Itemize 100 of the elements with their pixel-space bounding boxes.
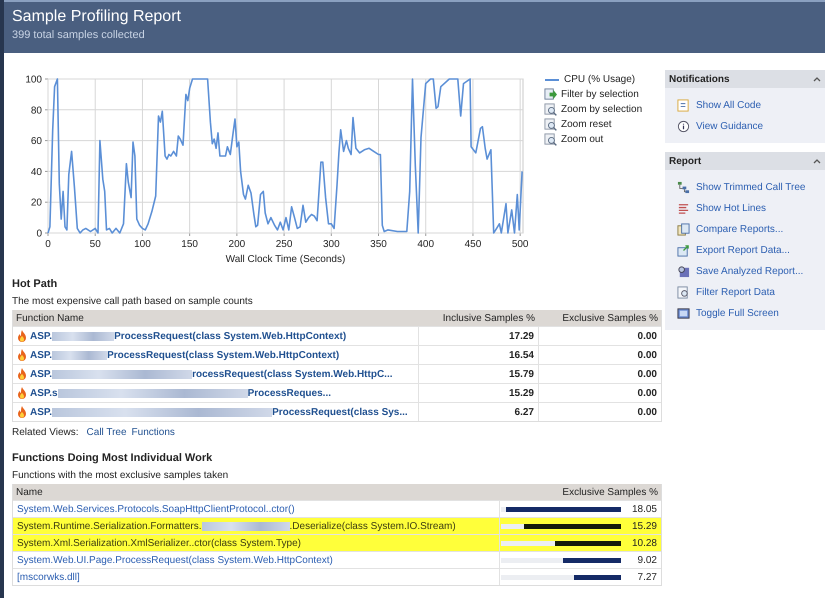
table-cell: 0.00: [538, 346, 661, 364]
table-cell-text: 7.27: [636, 572, 657, 582]
x-tick-label: 300: [322, 239, 340, 250]
table-cell: 16.54: [418, 346, 538, 364]
function-name-prefix[interactable]: ASP.: [30, 406, 52, 418]
function-name[interactable]: ProcessRequest(class Sys...: [272, 406, 408, 418]
x-tick-label: 350: [370, 239, 387, 250]
export-icon[interactable]: [677, 244, 690, 257]
filter-page-icon[interactable]: [677, 286, 690, 299]
legend-label: CPU (% Usage): [564, 74, 636, 85]
table-cell: 15.79: [418, 365, 538, 383]
sidebar-link[interactable]: Save Analyzed Report...: [696, 266, 804, 277]
x-tick-label: 200: [228, 239, 246, 250]
column-header: Inclusive Samples %: [442, 312, 536, 324]
y-tick-label: 40: [30, 166, 42, 178]
related-views-label: Related Views:: [12, 427, 79, 438]
table-cell-text: 15.29: [630, 520, 657, 532]
collapse-chevron-icon[interactable]: [813, 158, 821, 164]
document-icon[interactable]: [677, 99, 690, 112]
function-name[interactable]: System.Web.Services.Protocols.SoapHttpClientProtocol..ctor(): [17, 504, 295, 514]
function-name-prefix[interactable]: ASP.: [30, 350, 52, 360]
legend-line-swatch: [545, 78, 559, 80]
flame-icon: [17, 330, 27, 342]
x-tick-label: 150: [181, 239, 198, 250]
sidebar-link[interactable]: View Guidance: [696, 121, 764, 132]
function-name[interactable]: System.Runtime.Serialization.Formatters.: [17, 520, 202, 532]
table-cell: 0.00: [538, 403, 661, 421]
table-cell: 0.00: [538, 384, 661, 402]
table-cell: 0.00: [538, 365, 661, 383]
column-header: Exclusive Samples %: [561, 312, 659, 324]
table-cell: 6.27: [418, 403, 538, 421]
sidebar-link[interactable]: Filter Report Data: [696, 287, 775, 298]
section-description: Functions with the most exclusive samples taken: [12, 470, 230, 481]
collapse-chevron-icon[interactable]: [813, 76, 821, 82]
x-tick-label: 50: [90, 239, 101, 250]
sidebar-link[interactable]: Show All Code: [696, 100, 762, 111]
lines-icon[interactable]: [677, 202, 690, 215]
y-tick-label: 80: [30, 105, 42, 116]
flame-icon: [17, 387, 27, 399]
screen-icon[interactable]: [677, 307, 690, 320]
x-tick-label: 400: [417, 239, 434, 250]
magnifier-icon[interactable]: [544, 133, 557, 146]
table-cell: 0.00: [538, 327, 661, 345]
x-axis-title: Wall Clock Time (Seconds): [226, 254, 346, 265]
function-name[interactable]: rocessRequest(class System.Web.HttpC...: [192, 368, 393, 380]
table-cell-text: 10.28: [630, 538, 657, 548]
sidebar-link[interactable]: Toggle Full Screen: [696, 308, 779, 319]
related-view-link[interactable]: Functions: [132, 427, 175, 438]
tree-icon[interactable]: [677, 181, 690, 194]
sidebar-link[interactable]: Compare Reports...: [696, 224, 784, 235]
column-header: Exclusive Samples %: [561, 486, 659, 498]
save-icon[interactable]: [677, 265, 690, 278]
report-subtitle: 399 total samples collected: [12, 29, 146, 41]
sidebar-link[interactable]: Show Trimmed Call Tree: [696, 182, 806, 193]
magnifier-icon[interactable]: [544, 118, 557, 131]
y-tick-label: 100: [25, 74, 42, 86]
flame-icon: [17, 349, 27, 361]
y-tick-label: 20: [30, 198, 42, 209]
flame-icon: [17, 368, 27, 380]
y-tick-label: 60: [30, 136, 42, 148]
chart-action-link[interactable]: Zoom reset: [561, 119, 612, 130]
related-view-link[interactable]: Call Tree: [86, 427, 127, 438]
function-name-prefix[interactable]: ASP.s: [30, 388, 58, 398]
function-name[interactable]: ProcessRequest(class System.Web.HttpContext): [107, 350, 340, 360]
info-icon[interactable]: [677, 120, 690, 133]
sidebar-link[interactable]: Export Report Data...: [696, 245, 790, 256]
section-title: Functions Doing Most Individual Work: [12, 452, 214, 464]
x-tick-label: 0: [45, 239, 51, 250]
panel-title: Notifications: [669, 74, 730, 84]
function-name-suffix[interactable]: .Deserialize(class System.IO.Stream): [290, 520, 456, 532]
table-cell: 17.29: [418, 327, 538, 345]
section-description: The most expensive call path based on sample counts: [12, 296, 254, 307]
flame-icon: [17, 406, 27, 418]
panel-title: Report: [669, 156, 702, 166]
x-tick-label: 500: [512, 239, 528, 250]
x-tick-label: 250: [276, 239, 292, 250]
table-cell: 15.29: [418, 384, 538, 402]
report-title: Sample Profiling Report: [12, 8, 182, 26]
x-tick-label: 450: [464, 239, 482, 250]
function-name[interactable]: [mscorwks.dll]: [17, 572, 80, 582]
sidebar-link[interactable]: Show Hot Lines: [696, 203, 766, 214]
redacted-block: [52, 350, 108, 360]
y-tick-label: 0: [36, 228, 42, 240]
chart-action-link[interactable]: Filter by selection: [561, 89, 639, 100]
column-header: Name: [15, 486, 44, 498]
compare-icon[interactable]: [677, 223, 690, 236]
function-name[interactable]: ProcessReques...: [248, 388, 331, 398]
redacted-block: [52, 332, 114, 340]
x-tick-label: 100: [134, 239, 151, 250]
function-name[interactable]: System.Xml.Serialization.XmlSerializer..ctor(class System.Type): [17, 538, 301, 548]
function-name[interactable]: System.Web.UI.Page.ProcessRequest(class System.Web.HttpContext): [17, 554, 333, 566]
function-name-prefix[interactable]: ASP.: [30, 368, 52, 380]
chart-action-link[interactable]: Zoom out: [561, 134, 604, 145]
table-cell-text: 9.02: [636, 554, 657, 566]
function-name-prefix[interactable]: ASP.: [30, 330, 52, 342]
chart-action-link[interactable]: Zoom by selection: [561, 104, 642, 115]
table-cell-text: 18.05: [630, 504, 657, 514]
function-name[interactable]: ProcessRequest(class System.Web.HttpContext): [114, 330, 346, 342]
column-header: Function Name: [15, 312, 85, 324]
magnifier-icon[interactable]: [544, 103, 557, 116]
